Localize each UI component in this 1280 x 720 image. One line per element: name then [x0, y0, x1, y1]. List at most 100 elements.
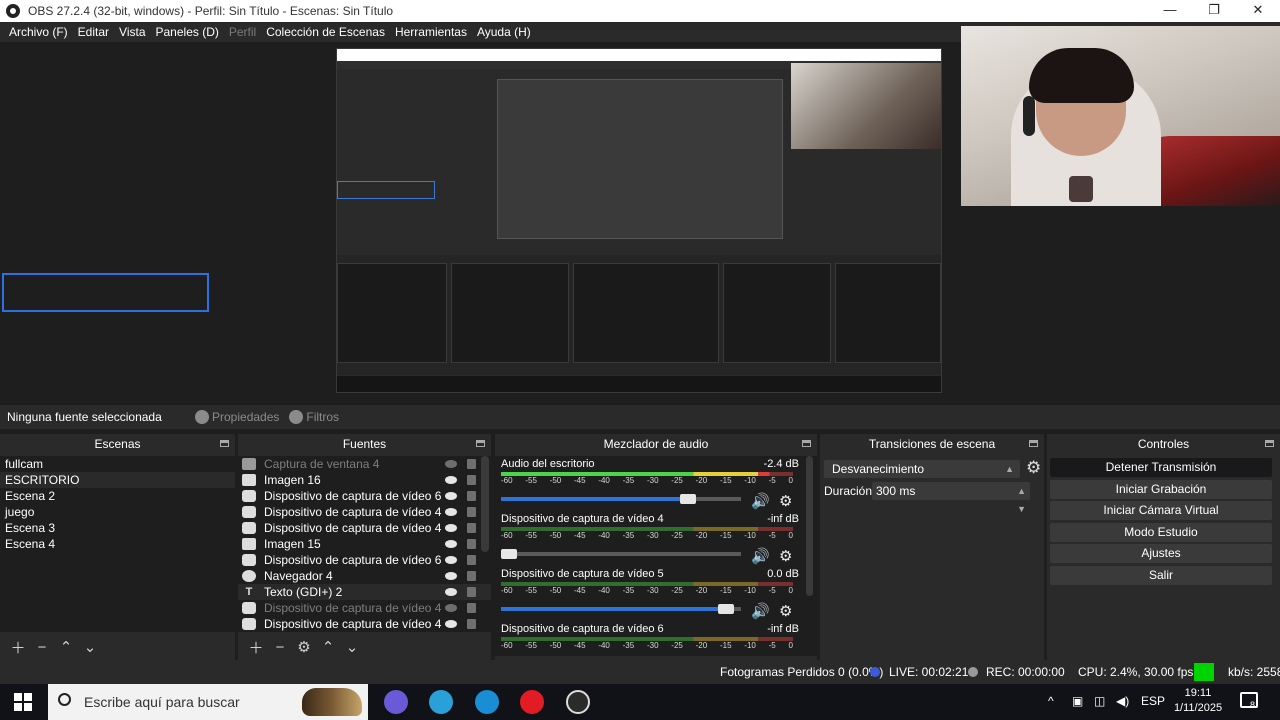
scene-item-escritorio[interactable]: ESCRITORIO	[0, 472, 235, 488]
lock-icon[interactable]	[467, 619, 476, 629]
remove-icon[interactable]: −	[30, 639, 54, 656]
lock-icon[interactable]	[467, 587, 476, 597]
tray-chevron-icon[interactable]: ^	[1048, 694, 1054, 708]
scene-item-escena-3[interactable]: Escena 3	[0, 520, 235, 536]
taskbar-clock[interactable]: 19:11 1/11/2025	[1166, 686, 1230, 716]
speaker-icon[interactable]: 🔊	[751, 492, 770, 510]
start-virtual-camera-button[interactable]: Iniciar Cámara Virtual	[1050, 501, 1272, 520]
menu-archivo[interactable]: Archivo (F)	[4, 25, 73, 39]
discord-icon[interactable]	[384, 690, 408, 714]
language-indicator[interactable]: ESP	[1141, 694, 1165, 708]
filters-button[interactable]: Filtros	[289, 410, 339, 424]
notifications-icon[interactable]	[1240, 692, 1258, 708]
float-icon[interactable]	[476, 440, 485, 447]
properties-button[interactable]: Propiedades	[195, 410, 279, 424]
visibility-eye-icon[interactable]	[445, 556, 457, 564]
lock-icon[interactable]	[467, 555, 476, 565]
menu-ayuda[interactable]: Ayuda (H)	[472, 25, 536, 39]
edge-icon[interactable]	[475, 690, 499, 714]
source-item[interactable]: Imagen 16	[238, 472, 491, 488]
float-icon[interactable]	[1265, 440, 1274, 447]
visibility-eye-icon[interactable]	[445, 524, 457, 532]
scene-item-escena-4[interactable]: Escena 4	[0, 536, 235, 552]
move-up-icon[interactable]: ⌃	[316, 638, 340, 656]
speaker-icon[interactable]: 🔊	[751, 547, 770, 565]
float-icon[interactable]	[220, 440, 229, 447]
menu-herramientas[interactable]: Herramientas	[390, 25, 472, 39]
volume-slider[interactable]	[501, 549, 741, 559]
visibility-eye-icon[interactable]	[445, 572, 457, 580]
start-recording-button[interactable]: Iniciar Grabación	[1050, 480, 1272, 499]
lock-icon[interactable]	[467, 491, 476, 501]
visibility-eye-icon[interactable]	[445, 588, 457, 596]
float-icon[interactable]	[802, 440, 811, 447]
gear-icon[interactable]: ⚙	[779, 492, 792, 510]
duration-input[interactable]: 300 ms ▲ ▼	[872, 482, 1030, 514]
menu-perfil[interactable]: Perfil	[224, 25, 261, 39]
opera-icon[interactable]	[520, 690, 544, 714]
volume-slider[interactable]	[501, 604, 741, 614]
add-icon[interactable]: ＋	[244, 637, 268, 658]
menu-paneles[interactable]: Paneles (D)	[151, 25, 224, 39]
minimize-button[interactable]: —	[1148, 0, 1192, 22]
source-item[interactable]: Dispositivo de captura de vídeo 4	[238, 520, 491, 536]
source-item[interactable]: Dispositivo de captura de vídeo 4	[238, 504, 491, 520]
gear-icon[interactable]: ⚙	[779, 602, 792, 620]
visibility-eye-icon[interactable]	[445, 604, 457, 612]
lock-icon[interactable]	[467, 571, 476, 581]
scene-item-fullcam[interactable]: fullcam	[0, 456, 235, 472]
lock-icon[interactable]	[467, 475, 476, 485]
spin-arrows-icon[interactable]: ▲ ▼	[1017, 482, 1026, 518]
add-icon[interactable]: ＋	[6, 637, 30, 658]
taskbar-search[interactable]: Escribe aquí para buscar	[48, 684, 368, 720]
gear-icon[interactable]: ⚙	[292, 638, 316, 656]
network-icon[interactable]: ◫	[1094, 694, 1105, 708]
settings-button[interactable]: Ajustes	[1050, 544, 1272, 563]
remove-icon[interactable]: −	[268, 639, 292, 656]
telegram-icon[interactable]	[429, 690, 453, 714]
close-button[interactable]: ✕	[1236, 0, 1280, 22]
lock-icon[interactable]	[467, 603, 476, 613]
sources-scrollbar[interactable]	[481, 456, 489, 552]
stop-streaming-button[interactable]: Detener Transmisión	[1050, 458, 1272, 477]
source-selection-box[interactable]	[2, 273, 209, 312]
slider-knob[interactable]	[680, 494, 696, 504]
volume-icon[interactable]: ◀)	[1116, 694, 1129, 708]
visibility-eye-icon[interactable]	[445, 476, 457, 484]
menu-vista[interactable]: Vista	[114, 25, 150, 39]
slider-knob[interactable]	[718, 604, 734, 614]
lock-icon[interactable]	[467, 459, 476, 469]
scene-item-juego[interactable]: juego	[0, 504, 235, 520]
source-item[interactable]: T Texto (GDI+) 2	[238, 584, 491, 600]
visibility-eye-icon[interactable]	[445, 460, 457, 468]
move-down-icon[interactable]: ⌄	[78, 638, 102, 656]
scene-item-escena-2[interactable]: Escena 2	[0, 488, 235, 504]
float-icon[interactable]	[1029, 440, 1038, 447]
transition-gear-icon[interactable]: ⚙	[1026, 458, 1041, 478]
windows-start-icon[interactable]	[14, 693, 32, 711]
move-down-icon[interactable]: ⌄	[340, 638, 364, 656]
menu-coleccion-escenas[interactable]: Colección de Escenas	[261, 25, 390, 39]
visibility-eye-icon[interactable]	[445, 620, 457, 628]
transition-select[interactable]: Desvanecimiento▲▼	[824, 460, 1020, 492]
speaker-icon[interactable]: 🔊	[751, 602, 770, 620]
visibility-eye-icon[interactable]	[445, 492, 457, 500]
source-item[interactable]: Navegador 4	[238, 568, 491, 584]
gear-icon[interactable]: ⚙	[779, 547, 792, 565]
source-item[interactable]: Imagen 15	[238, 536, 491, 552]
lock-icon[interactable]	[467, 507, 476, 517]
visibility-eye-icon[interactable]	[445, 508, 457, 516]
source-item[interactable]: Dispositivo de captura de vídeo 6	[238, 552, 491, 568]
studio-mode-button[interactable]: Modo Estudio	[1050, 523, 1272, 542]
source-item[interactable]: Captura de ventana 4	[238, 456, 491, 472]
slider-knob[interactable]	[501, 549, 517, 559]
source-item[interactable]: Dispositivo de captura de vídeo 4	[238, 600, 491, 616]
source-item[interactable]: Dispositivo de captura de vídeo 4	[238, 616, 491, 632]
source-item[interactable]: Dispositivo de captura de vídeo 6	[238, 488, 491, 504]
menu-editar[interactable]: Editar	[73, 25, 114, 39]
tray-apps-icon[interactable]: ▣	[1072, 694, 1083, 708]
exit-button[interactable]: Salir	[1050, 566, 1272, 585]
move-up-icon[interactable]: ⌃	[54, 638, 78, 656]
lock-icon[interactable]	[467, 523, 476, 533]
volume-slider[interactable]	[501, 494, 741, 504]
